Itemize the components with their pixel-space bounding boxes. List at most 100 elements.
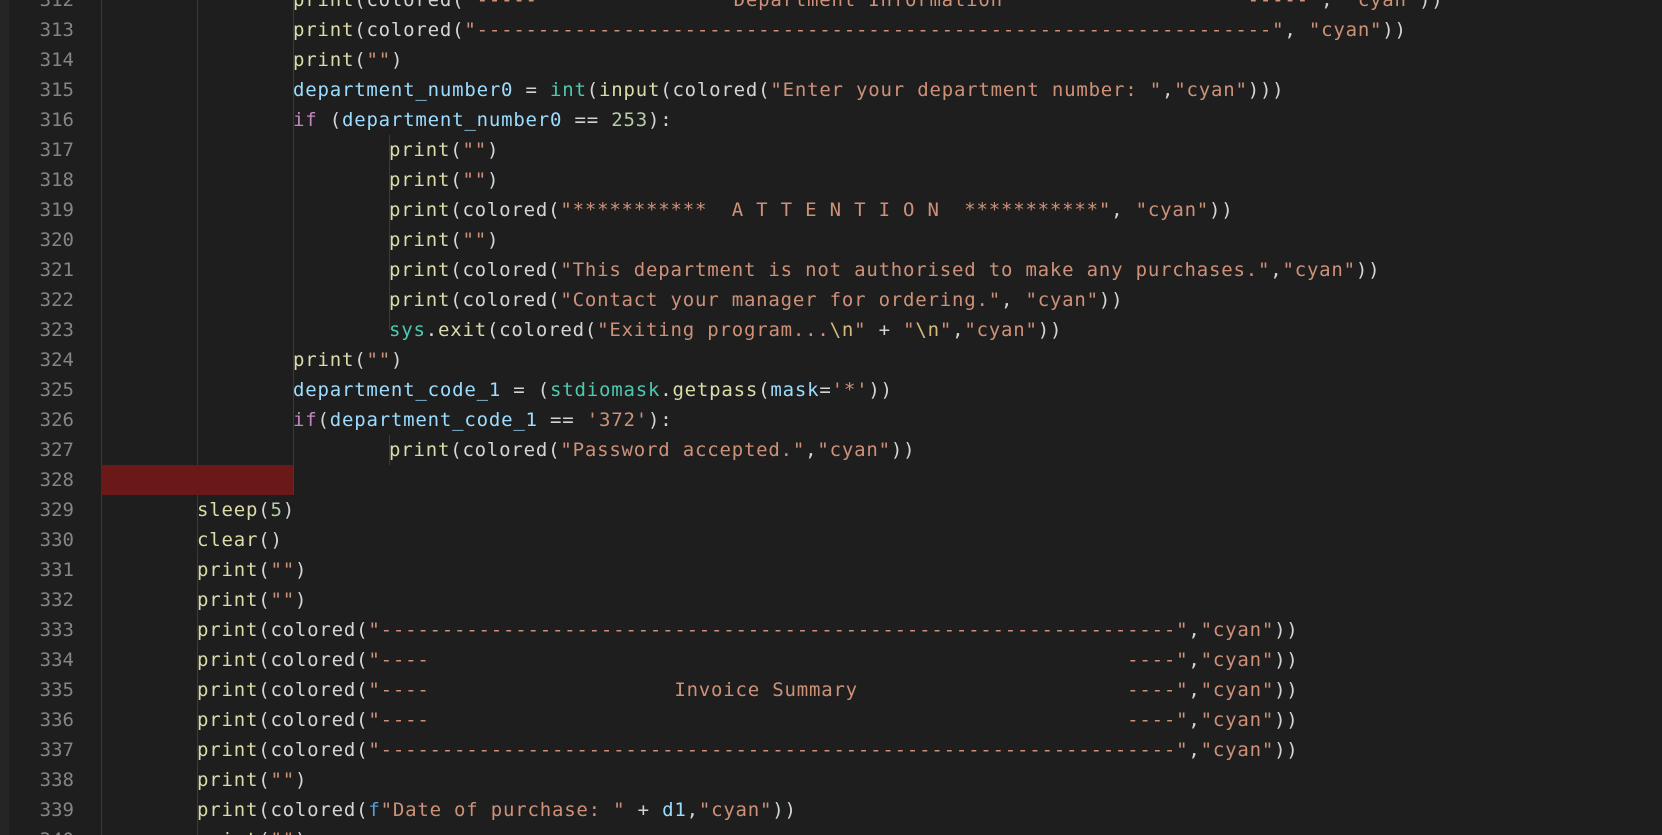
line-code[interactable]: print(""): [101, 555, 307, 585]
code-token: if: [293, 109, 318, 131]
line-code[interactable]: print(""): [101, 345, 403, 375]
code-line[interactable]: 328: [0, 465, 1662, 495]
code-token: int: [550, 79, 587, 101]
code-line[interactable]: 331 print(""): [0, 555, 1662, 585]
code-token: ))): [1247, 79, 1285, 101]
code-line[interactable]: 318 print(""): [0, 165, 1662, 195]
code-token: ,: [1188, 679, 1201, 701]
line-code[interactable]: department_code_1 = (stdiomask.getpass(m…: [101, 375, 893, 405]
code-line[interactable]: 315 department_number0 = int(input(colore…: [0, 75, 1662, 105]
code-token: department_code_1: [293, 379, 502, 401]
code-token: "cyan": [1200, 679, 1275, 701]
code-token: "cyan": [1174, 79, 1248, 101]
code-token: ,: [805, 439, 818, 461]
code-token: )): [1274, 679, 1299, 701]
code-token: )): [868, 379, 893, 401]
line-code[interactable]: print(""): [101, 165, 499, 195]
code-line[interactable]: 320 print(""): [0, 225, 1662, 255]
line-code[interactable]: print(colored("----- Department Informat…: [101, 0, 1444, 15]
code-line[interactable]: 319 print(colored("*********** A T T E N …: [0, 195, 1662, 225]
line-code[interactable]: print(colored("-------------------------…: [101, 15, 1407, 45]
code-token: "cyan": [1135, 199, 1210, 221]
code-token: "cyan": [817, 439, 891, 461]
line-code[interactable]: print(colored("---- ----","cyan")): [101, 645, 1299, 675]
line-code[interactable]: print(colored("-------------------------…: [101, 735, 1299, 765]
code-token: print: [197, 829, 258, 835]
code-token: print: [389, 169, 451, 191]
line-code[interactable]: print(""): [101, 225, 499, 255]
line-code[interactable]: if(department_code_1 == '372'):: [101, 405, 672, 435]
code-line[interactable]: 330 clear(): [0, 525, 1662, 555]
line-code[interactable]: print(colored("Contact your manager for …: [101, 285, 1123, 315]
line-code[interactable]: print(colored("This department is not au…: [101, 255, 1380, 285]
line-code[interactable]: print(colored(f"Date of purchase: " + d1…: [101, 795, 797, 825]
code-line[interactable]: 321 print(colored("This department is not…: [0, 255, 1662, 285]
code-line[interactable]: 332 print(""): [0, 585, 1662, 615]
line-code[interactable]: print(colored("---- ----","cyan")): [101, 705, 1299, 735]
line-number: 327: [39, 439, 74, 461]
line-code[interactable]: department_number0 = int(input(colored("…: [101, 75, 1284, 105]
line-code[interactable]: print(colored("*********** A T T E N T I…: [101, 195, 1234, 225]
code-token: print: [197, 709, 259, 731]
line-code[interactable]: print(""): [101, 765, 307, 795]
code-token: (colored(: [450, 199, 561, 221]
code-line[interactable]: 333 print(colored("----------------------…: [0, 615, 1662, 645]
code-line[interactable]: 316 if (department_number0 == 253):: [0, 105, 1662, 135]
code-line[interactable]: 312 print(colored("----- Department Infor…: [0, 0, 1662, 15]
code-token: "---------------------------------------…: [368, 619, 1189, 641]
code-token: "": [462, 229, 487, 251]
code-line[interactable]: 340 print(""): [0, 825, 1662, 835]
code-token: ==: [537, 409, 587, 431]
code-token: "Enter your department number: ": [770, 79, 1163, 101]
code-line[interactable]: 322 print(colored("Contact your manager f…: [0, 285, 1662, 315]
code-line[interactable]: 339 print(colored(f"Date of purchase: " +…: [0, 795, 1662, 825]
code-token: )): [1274, 739, 1299, 761]
line-code[interactable]: print(""): [101, 585, 307, 615]
code-token: ,: [1188, 649, 1201, 671]
code-token: print: [293, 19, 355, 41]
code-line[interactable]: 324 print(""): [0, 345, 1662, 375]
code-line[interactable]: 313 print(colored("----------------------…: [0, 15, 1662, 45]
code-token: (colored(: [450, 259, 561, 281]
code-token: )): [1419, 0, 1444, 11]
code-token: "": [270, 589, 295, 611]
line-code[interactable]: print(""): [101, 45, 403, 75]
code-line[interactable]: 338 print(""): [0, 765, 1662, 795]
code-token: (: [258, 829, 270, 835]
code-token: = (: [501, 379, 551, 401]
line-code[interactable]: sys.exit(colored("Exiting program...\n" …: [101, 315, 1062, 345]
code-token: ,: [1162, 79, 1175, 101]
code-line[interactable]: 334 print(colored("---- ----","cyan")): [0, 645, 1662, 675]
code-token: if: [293, 409, 318, 431]
code-token: print: [197, 589, 259, 611]
line-code[interactable]: print(""): [101, 825, 307, 835]
code-line[interactable]: 327 print(colored("Password accepted.","c…: [0, 435, 1662, 465]
code-line[interactable]: 325 department_code_1 = (stdiomask.getpas…: [0, 375, 1662, 405]
line-code[interactable]: if (department_number0 == 253):: [101, 105, 672, 135]
code-line[interactable]: 326 if(department_code_1 == '372'):: [0, 405, 1662, 435]
code-editor[interactable]: 312 print(colored("----- Department Infor…: [0, 0, 1662, 835]
code-line[interactable]: 336 print(colored("---- ----","cyan")): [0, 705, 1662, 735]
line-number: 320: [39, 229, 74, 251]
line-code[interactable]: print(colored("Password accepted.","cyan…: [101, 435, 915, 465]
line-number: 323: [39, 319, 74, 341]
code-line[interactable]: 337 print(colored("----------------------…: [0, 735, 1662, 765]
code-line[interactable]: 335 print(colored("---- Invoice Summary -…: [0, 675, 1662, 705]
line-number: 339: [39, 799, 74, 821]
code-token: "Exiting program...: [597, 319, 830, 341]
line-code[interactable]: print(""): [101, 135, 499, 165]
code-token: )): [1355, 259, 1381, 281]
code-line[interactable]: 329 sleep(5): [0, 495, 1662, 525]
line-code[interactable]: sleep(5): [101, 495, 295, 525]
code-line[interactable]: 323 sys.exit(colored("Exiting program...\…: [0, 315, 1662, 345]
line-number: 336: [39, 709, 74, 731]
code-line[interactable]: 314 print(""): [0, 45, 1662, 75]
code-token: "": [462, 139, 487, 161]
code-line[interactable]: 317 print(""): [0, 135, 1662, 165]
line-code[interactable]: clear(): [101, 525, 283, 555]
code-token: (colored(: [258, 739, 369, 761]
code-token: "cyan": [1200, 709, 1275, 731]
line-code[interactable]: print(colored("-------------------------…: [101, 615, 1299, 645]
code-token: "": [270, 829, 294, 835]
line-code[interactable]: print(colored("---- Invoice Summary ----…: [101, 675, 1299, 705]
